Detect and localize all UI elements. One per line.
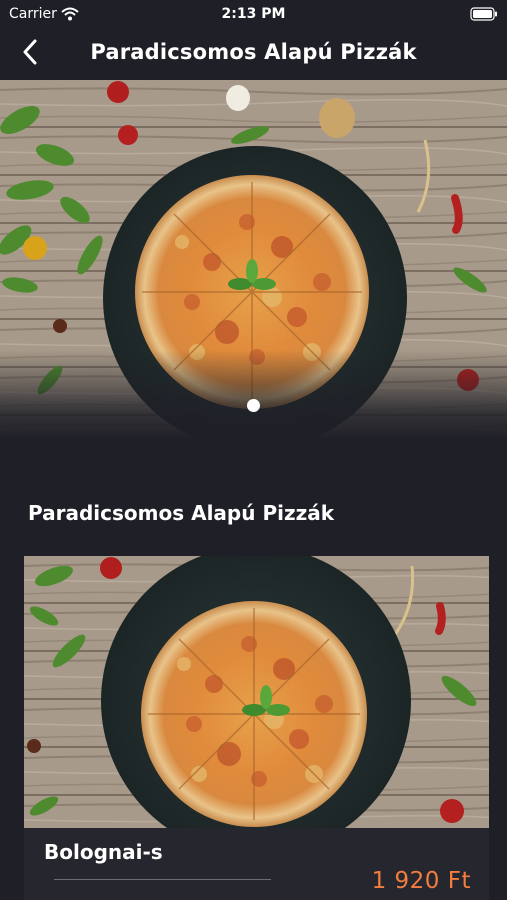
- status-bar: Carrier 2:13 PM: [0, 0, 507, 28]
- hero-fade: [0, 350, 507, 440]
- product-name: Bolognai-s: [44, 840, 163, 864]
- section-title: Paradicsomos Alapú Pizzák: [28, 501, 335, 525]
- hero-carousel[interactable]: [0, 80, 507, 440]
- status-time: 2:13 PM: [221, 6, 286, 22]
- battery-icon: [470, 6, 498, 25]
- page-title: Paradicsomos Alapú Pizzák: [90, 40, 417, 64]
- product-image: [24, 556, 489, 828]
- product-card[interactable]: Bolognai-s 1 920 Ft: [24, 556, 489, 900]
- divider: [54, 879, 271, 880]
- pizza-photo: [24, 556, 489, 828]
- product-price: 1 920 Ft: [371, 868, 471, 894]
- nav-bar: Paradicsomos Alapú Pizzák: [0, 28, 507, 80]
- page-indicator-dot[interactable]: [247, 399, 260, 412]
